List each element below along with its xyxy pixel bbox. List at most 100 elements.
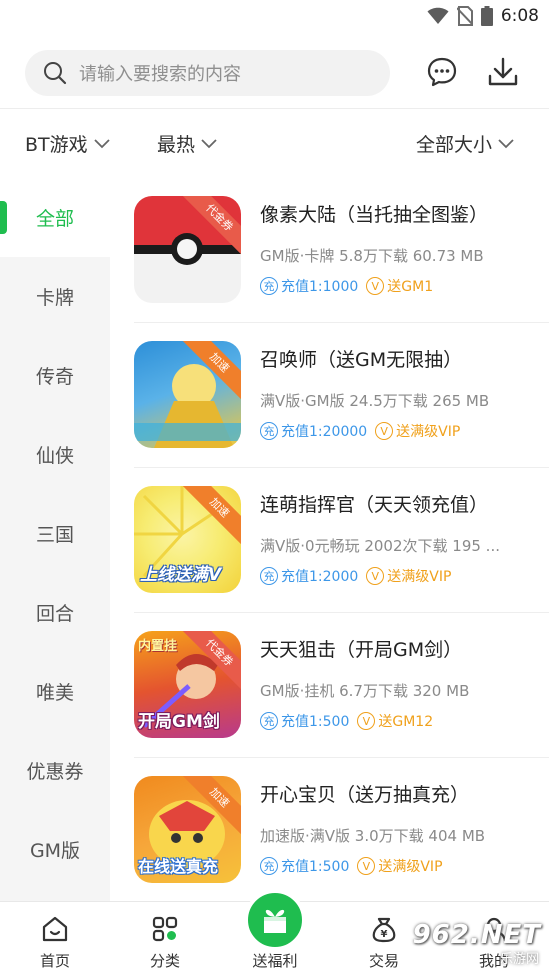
game-tags: 充充值1:500 V 送满级VIP — [260, 856, 443, 876]
filter-sort[interactable]: 最热 — [157, 130, 217, 157]
sidebar-item-label: 回合 — [35, 603, 74, 625]
filter-game-type[interactable]: BT游戏 — [25, 130, 110, 157]
recharge-tag: 充充值1:20000 — [260, 421, 367, 441]
game-title: 开心宝贝（送万抽真充） — [260, 784, 470, 806]
chevron-down-icon — [201, 138, 217, 148]
sidebar-item-legend[interactable]: 传奇 — [0, 336, 110, 415]
vip-tag: V 送满级VIP — [357, 856, 443, 876]
category-sidebar: 全部 卡牌 传奇 仙侠 三国 回合 唯美 优惠券 GM版 — [0, 178, 110, 901]
gift-icon — [264, 909, 286, 933]
vip-tag: V 送满级VIP — [375, 421, 460, 441]
active-indicator — [0, 201, 7, 234]
message-icon — [427, 57, 457, 87]
home-icon — [42, 916, 68, 942]
sidebar-item-label: 全部 — [35, 208, 74, 230]
recharge-tag: 充充值1:500 — [260, 856, 349, 876]
vip-icon: V — [366, 567, 385, 585]
recharge-icon: 充 — [260, 857, 278, 875]
game-list-item[interactable]: 上线送满V 加速 连萌指挥官（天天领充值） 满V版·0元畅玩 2002次下载 1… — [110, 468, 549, 613]
no-sim-icon — [456, 6, 473, 26]
game-title: 召唤师（送GM无限抽） — [260, 349, 463, 371]
vip-icon: V — [357, 712, 376, 730]
game-icon: 加速 — [134, 341, 241, 448]
recharge-text: 充值1:1000 — [281, 279, 359, 295]
game-list-item[interactable]: 代金券 像素大陆（当托抽全图鉴） GM版·卡牌 5.8万下载 60.73 MB … — [110, 178, 549, 323]
download-button[interactable] — [483, 52, 523, 92]
message-button[interactable] — [422, 52, 462, 92]
game-list: 代金券 像素大陆（当托抽全图鉴） GM版·卡牌 5.8万下载 60.73 MB … — [110, 178, 549, 901]
icon-overlay-text: 上线送满V — [140, 565, 222, 585]
game-title: 连萌指挥官（天天领充值） — [260, 494, 489, 516]
recharge-tag: 充充值1:1000 — [260, 276, 358, 296]
wifi-icon — [427, 7, 449, 24]
status-bar: 6:08 — [0, 0, 549, 34]
nav-label: 首页 — [39, 952, 70, 970]
svg-text:¥: ¥ — [381, 929, 388, 940]
nav-home[interactable]: 首页 — [0, 902, 110, 976]
vip-text: 送满级VIP — [378, 859, 443, 875]
game-meta: GM版·挂机 6.7万下载 320 MB — [260, 682, 470, 700]
game-icon: 代金券 — [134, 196, 241, 303]
recharge-icon: 充 — [260, 567, 278, 585]
header-divider — [0, 108, 549, 109]
recharge-text: 充值1:2000 — [281, 569, 359, 585]
icon-overlay-text: 内置挂 — [138, 639, 178, 654]
site-watermark: 962.NET 乐游网 — [413, 920, 543, 968]
game-tags: 充充值1:2000 V 送满级VIP — [260, 566, 451, 586]
sidebar-item-label: 传奇 — [35, 366, 74, 388]
recharge-icon: 充 — [260, 277, 278, 295]
sidebar-item-beautiful[interactable]: 唯美 — [0, 652, 110, 731]
game-meta: 满V版·GM版 24.5万下载 265 MB — [260, 392, 490, 410]
nav-label: 交易 — [368, 952, 399, 970]
vip-icon: V — [357, 857, 376, 875]
nav-welfare-label[interactable]: 送福利 — [230, 950, 320, 971]
nav-category[interactable]: 分类 — [110, 902, 220, 976]
status-time: 6:08 — [500, 6, 539, 26]
sidebar-item-all[interactable]: 全部 — [0, 178, 110, 257]
sidebar-item-label: 唯美 — [35, 682, 74, 704]
sidebar-item-label: GM版 — [29, 840, 81, 862]
recharge-tag: 充充值1:2000 — [260, 566, 358, 586]
game-list-item[interactable]: 内置挂 开局GM剑 代金券 天天狙击（开局GM剑） GM版·挂机 6.7万下载 … — [110, 613, 549, 758]
sidebar-item-gm[interactable]: GM版 — [0, 810, 110, 889]
welfare-button[interactable] — [244, 889, 306, 951]
search-icon — [44, 62, 67, 85]
filter-label: BT游戏 — [25, 134, 88, 156]
recharge-text: 充值1:500 — [281, 859, 350, 875]
icon-overlay-text: 在线送真充 — [138, 857, 219, 876]
money-bag-icon: ¥ — [372, 917, 396, 943]
filter-size[interactable]: 全部大小 — [416, 130, 514, 157]
sidebar-item-coupon[interactable]: 优惠券 — [0, 731, 110, 810]
download-icon — [488, 57, 518, 86]
search-input[interactable]: 请输入要搜索的内容 — [25, 50, 390, 96]
game-meta: 加速版·满V版 3.0万下载 404 MB — [260, 827, 486, 845]
vip-text: 送GM1 — [387, 279, 434, 295]
game-list-item[interactable]: 在线送真充 加速 开心宝贝（送万抽真充） 加速版·满V版 3.0万下载 404 … — [110, 758, 549, 901]
vip-text: 送GM12 — [378, 714, 434, 730]
sidebar-item-xianxia[interactable]: 仙侠 — [0, 415, 110, 494]
game-tags: 充充值1:500 V 送GM12 — [260, 711, 433, 731]
game-meta: GM版·卡牌 5.8万下载 60.73 MB — [260, 247, 484, 265]
recharge-icon: 充 — [260, 712, 278, 730]
status-icons: 6:08 — [427, 4, 539, 28]
sidebar-item-card[interactable]: 卡牌 — [0, 257, 110, 336]
sidebar-item-turn-based[interactable]: 回合 — [0, 573, 110, 652]
game-list-item[interactable]: 加速 召唤师（送GM无限抽） 满V版·GM版 24.5万下载 265 MB 充充… — [110, 323, 549, 468]
filter-row: BT游戏 最热 全部大小 — [0, 120, 549, 168]
vip-icon: V — [375, 422, 394, 440]
game-icon: 内置挂 开局GM剑 代金券 — [134, 631, 241, 738]
vip-icon: V — [366, 277, 385, 295]
sidebar-item-three-kingdoms[interactable]: 三国 — [0, 494, 110, 573]
search-placeholder: 请输入要搜索的内容 — [79, 64, 241, 85]
battery-icon — [480, 6, 493, 26]
recharge-tag: 充充值1:500 — [260, 711, 349, 731]
game-title: 天天狙击（开局GM剑） — [260, 639, 463, 661]
watermark-main: 962.NET — [412, 920, 541, 950]
sidebar-item-label: 仙侠 — [35, 445, 74, 467]
vip-text: 送满级VIP — [396, 424, 461, 440]
filter-label: 全部大小 — [416, 134, 493, 156]
sidebar-item-label: 三国 — [35, 524, 74, 546]
filter-label: 最热 — [157, 134, 196, 156]
game-meta: 满V版·0元畅玩 2002次下载 195 ... — [260, 537, 500, 555]
recharge-icon: 充 — [260, 422, 278, 440]
